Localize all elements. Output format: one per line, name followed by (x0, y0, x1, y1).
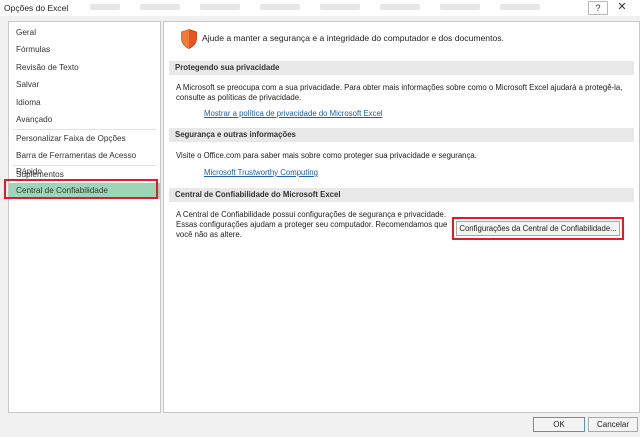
security-text: Visite o Office.com para saber mais sobr… (176, 151, 477, 160)
highlight-box (4, 179, 158, 199)
cancel-button[interactable]: Cancelar (588, 417, 638, 432)
sidebar-item-salvar[interactable]: Salvar (9, 77, 160, 93)
blurred-text (140, 4, 180, 10)
blurred-text (200, 4, 240, 10)
close-button[interactable]: ✕ (612, 0, 632, 14)
privacy-text-line2: consulte as políticas de privacidade. (176, 93, 302, 102)
blurred-text (500, 4, 540, 10)
excel-options-dialog: Opções do Excel ? ✕ Geral Fórmulas Revis… (0, 0, 640, 437)
sidebar-item-idioma[interactable]: Idioma (9, 95, 160, 111)
blurred-text (260, 4, 300, 10)
section-header-trust-center: Central de Confiabilidade do Microsoft E… (169, 188, 634, 202)
window-title: Opções do Excel (4, 3, 69, 13)
ok-button[interactable]: OK (533, 417, 585, 432)
sidebar-item-formulas[interactable]: Fórmulas (9, 42, 160, 58)
trustworthy-computing-link[interactable]: Microsoft Trustworthy Computing (204, 168, 318, 177)
trust-center-text-line1: A Central de Confiabilidade possui confi… (176, 210, 447, 219)
sidebar-divider (13, 165, 156, 166)
trust-center-panel: Ajude a manter a segurança e a integrida… (163, 21, 640, 413)
sidebar-item-personalizar-faixa[interactable]: Personalizar Faixa de Opções (9, 131, 160, 147)
privacy-policy-link[interactable]: Mostrar a política de privacidade do Mic… (204, 109, 383, 118)
blurred-text (380, 4, 420, 10)
shield-icon (181, 29, 197, 49)
section-header-privacy: Protegendo sua privacidade (169, 61, 634, 75)
sidebar-item-revisao[interactable]: Revisão de Texto (9, 60, 160, 76)
section-header-security: Segurança e outras informações (169, 128, 634, 142)
sidebar-divider (13, 129, 156, 130)
options-sidebar: Geral Fórmulas Revisão de Texto Salvar I… (8, 21, 161, 413)
sidebar-item-geral[interactable]: Geral (9, 25, 160, 41)
help-button[interactable]: ? (588, 1, 608, 15)
trust-center-text-line3: você não as altere. (176, 230, 242, 239)
title-bar: Opções do Excel ? ✕ (0, 0, 640, 16)
blurred-text (440, 4, 480, 10)
page-header: Ajude a manter a segurança e a integrida… (202, 33, 504, 43)
trust-center-settings-button[interactable]: Configurações da Central de Confiabilida… (456, 221, 620, 236)
blurred-text (90, 4, 120, 10)
sidebar-item-barra-acesso-rapido[interactable]: Barra de Ferramentas de Acesso Rápido (9, 148, 160, 176)
blurred-text (320, 4, 360, 10)
trust-center-text-line2: Essas configurações ajudam a proteger se… (176, 220, 448, 229)
privacy-text-line1: A Microsoft se preocupa com a sua privac… (176, 83, 623, 92)
sidebar-item-avancado[interactable]: Avançado (9, 112, 160, 128)
